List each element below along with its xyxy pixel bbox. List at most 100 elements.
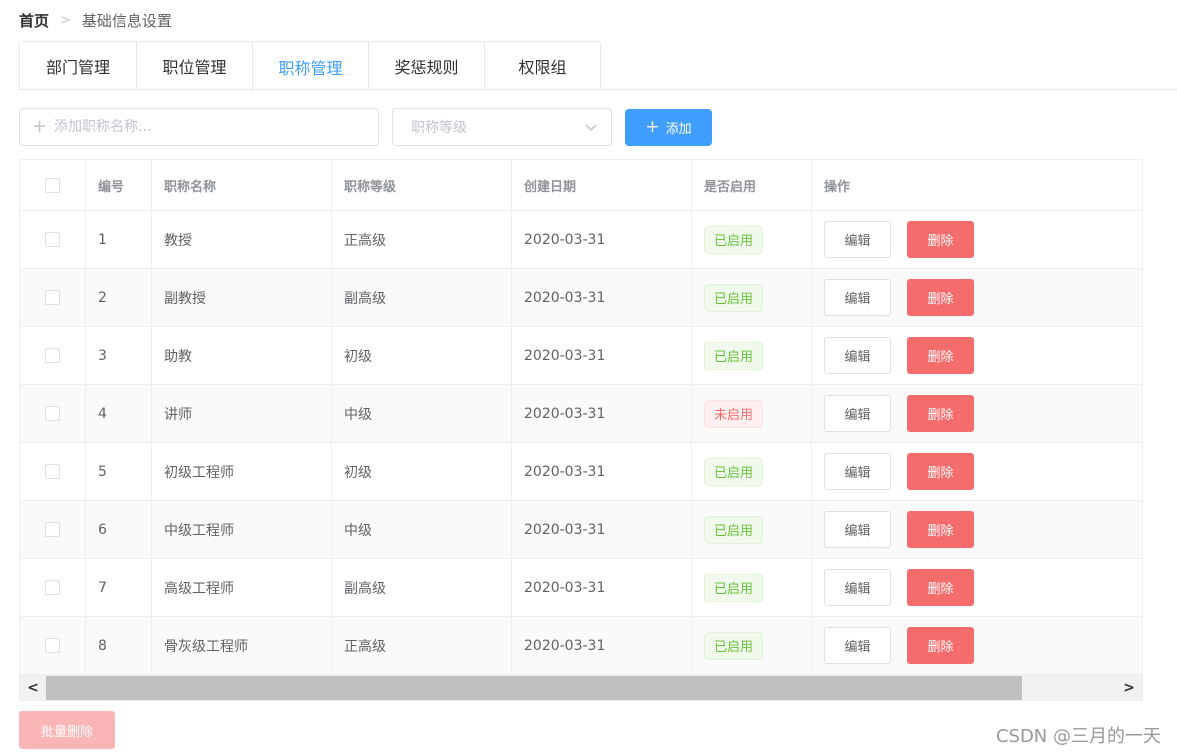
scroll-left-arrow-icon[interactable]: < [20, 675, 46, 701]
cell-enabled: 已启用 [692, 617, 812, 674]
cell-name: 副教授 [152, 269, 332, 326]
cell-level: 正高级 [332, 617, 512, 674]
add-button[interactable]: + 添加 [625, 109, 712, 146]
cell-level: 初级 [332, 327, 512, 384]
cell-created: 2020-03-31 [512, 385, 692, 442]
breadcrumb: 首页 > 基础信息设置 [19, 9, 172, 31]
edit-button[interactable]: 编辑 [824, 569, 891, 606]
cell-created: 2020-03-31 [512, 269, 692, 326]
edit-button[interactable]: 编辑 [824, 395, 891, 432]
cell-enabled: 已启用 [692, 443, 812, 500]
edit-button[interactable]: 编辑 [824, 453, 891, 490]
table-row: 6 中级工程师 中级 2020-03-31 已启用 编辑 删除 [20, 501, 1142, 559]
cell-level: 中级 [332, 501, 512, 558]
watermark: CSDN @三月的一天 [995, 726, 1161, 747]
cell-operations: 编辑 删除 [812, 385, 1142, 442]
cell-operations: 编辑 删除 [812, 617, 1142, 674]
cell-name: 教授 [152, 211, 332, 268]
row-checkbox[interactable] [45, 638, 60, 653]
delete-button[interactable]: 删除 [907, 569, 974, 606]
delete-button[interactable]: 删除 [907, 453, 974, 490]
job-title-name-input[interactable] [54, 119, 354, 135]
header-id: 编号 [86, 160, 152, 210]
batch-delete-button[interactable]: 批量删除 [19, 711, 115, 749]
cell-name: 讲师 [152, 385, 332, 442]
row-checkbox-cell [20, 617, 86, 674]
edit-button[interactable]: 编辑 [824, 337, 891, 374]
row-checkbox-cell [20, 443, 86, 500]
status-badge: 已启用 [704, 457, 764, 486]
delete-button[interactable]: 删除 [907, 395, 974, 432]
tab-department[interactable]: 部门管理 [20, 42, 136, 90]
cell-id: 4 [86, 385, 152, 442]
tab-permission-group[interactable]: 权限组 [484, 42, 600, 90]
delete-button[interactable]: 删除 [907, 279, 974, 316]
tabs-divider [19, 89, 1177, 90]
cell-id: 1 [86, 211, 152, 268]
row-checkbox[interactable] [45, 406, 60, 421]
scroll-right-arrow-icon[interactable]: > [1116, 675, 1142, 701]
row-checkbox[interactable] [45, 348, 60, 363]
job-title-level-select[interactable]: 职称等级 [392, 108, 612, 146]
row-checkbox-cell [20, 327, 86, 384]
status-badge: 已启用 [704, 225, 764, 254]
edit-button[interactable]: 编辑 [824, 221, 891, 258]
tab-reward-rules[interactable]: 奖惩规则 [368, 42, 484, 90]
table-row: 5 初级工程师 初级 2020-03-31 已启用 编辑 删除 [20, 443, 1142, 501]
toolbar: + 职称等级 + 添加 [19, 108, 719, 146]
table-body: 1 教授 正高级 2020-03-31 已启用 编辑 删除 2 副教授 副高级 2020-03-31… [20, 211, 1142, 675]
table-row: 1 教授 正高级 2020-03-31 已启用 编辑 删除 [20, 211, 1142, 269]
cell-created: 2020-03-31 [512, 211, 692, 268]
cell-enabled: 已启用 [692, 211, 812, 268]
status-badge: 已启用 [704, 341, 764, 370]
row-checkbox-cell [20, 385, 86, 442]
edit-button[interactable]: 编辑 [824, 627, 891, 664]
edit-button[interactable]: 编辑 [824, 511, 891, 548]
cell-created: 2020-03-31 [512, 501, 692, 558]
cell-operations: 编辑 删除 [812, 559, 1142, 616]
plus-icon: + [645, 117, 660, 137]
horizontal-scrollbar[interactable]: < > [19, 675, 1143, 701]
cell-enabled: 已启用 [692, 559, 812, 616]
cell-level: 正高级 [332, 211, 512, 268]
tab-position[interactable]: 职位管理 [136, 42, 252, 90]
add-button-label: 添加 [665, 122, 692, 137]
row-checkbox-cell [20, 559, 86, 616]
delete-button[interactable]: 删除 [907, 511, 974, 548]
cell-created: 2020-03-31 [512, 617, 692, 674]
row-checkbox[interactable] [45, 522, 60, 537]
cell-name: 中级工程师 [152, 501, 332, 558]
row-checkbox-cell [20, 501, 86, 558]
cell-name: 助教 [152, 327, 332, 384]
table-row: 3 助教 初级 2020-03-31 已启用 编辑 删除 [20, 327, 1142, 385]
scrollbar-thumb[interactable] [46, 676, 1022, 700]
header-operations: 操作 [824, 179, 851, 195]
edit-button[interactable]: 编辑 [824, 279, 891, 316]
delete-button[interactable]: 删除 [907, 221, 974, 258]
table-row: 7 高级工程师 副高级 2020-03-31 已启用 编辑 删除 [20, 559, 1142, 617]
cell-id: 5 [86, 443, 152, 500]
tab-job-title[interactable]: 职称管理 [252, 42, 368, 91]
cell-enabled: 已启用 [692, 269, 812, 326]
cell-operations: 编辑 删除 [812, 327, 1142, 384]
breadcrumb-current: 基础信息设置 [81, 11, 172, 30]
cell-id: 6 [86, 501, 152, 558]
row-checkbox[interactable] [45, 290, 60, 305]
header-created: 创建日期 [512, 160, 692, 210]
row-checkbox-cell [20, 211, 86, 268]
breadcrumb-home-link[interactable]: 首页 [19, 10, 49, 31]
cell-id: 7 [86, 559, 152, 616]
table-row: 2 副教授 副高级 2020-03-31 已启用 编辑 删除 [20, 269, 1142, 327]
cell-id: 8 [86, 617, 152, 674]
select-all-checkbox[interactable] [45, 177, 60, 193]
row-checkbox[interactable] [45, 232, 60, 247]
cell-name: 骨灰级工程师 [152, 617, 332, 674]
status-badge: 已启用 [704, 573, 764, 602]
row-checkbox[interactable] [45, 580, 60, 595]
header-level: 职称等级 [332, 160, 512, 210]
delete-button[interactable]: 删除 [907, 627, 974, 664]
delete-button[interactable]: 删除 [907, 337, 974, 374]
cell-level: 初级 [332, 443, 512, 500]
cell-level: 副高级 [332, 559, 512, 616]
row-checkbox[interactable] [45, 464, 60, 479]
